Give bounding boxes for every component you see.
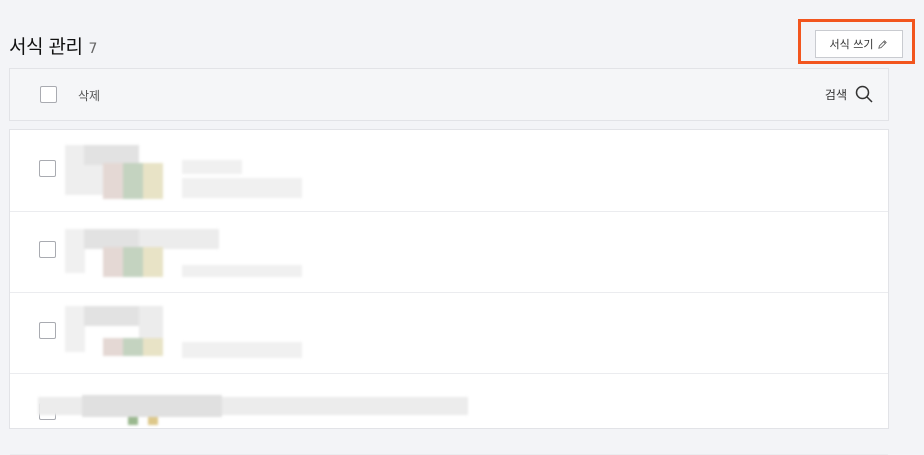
- row-checkbox[interactable]: [39, 160, 56, 177]
- template-list: [9, 129, 889, 455]
- template-row[interactable]: [10, 130, 888, 212]
- page-title: 서식 관리: [9, 36, 83, 58]
- search-icon: [855, 85, 873, 103]
- row-checkbox[interactable]: [39, 322, 56, 339]
- template-row[interactable]: [10, 211, 888, 293]
- search-label: 검색: [824, 87, 847, 102]
- delete-button[interactable]: 삭제: [78, 87, 100, 104]
- template-row[interactable]: [10, 292, 888, 374]
- write-template-label: 서식 쓰기: [829, 38, 874, 51]
- write-template-button[interactable]: 서식 쓰기: [815, 30, 903, 58]
- select-all-checkbox[interactable]: [40, 86, 57, 103]
- page-header: 서식 관리 7: [9, 32, 97, 59]
- pencil-icon: [878, 39, 888, 49]
- template-row[interactable]: [10, 373, 888, 455]
- template-count: 7: [88, 41, 98, 57]
- search-button[interactable]: 검색: [825, 84, 874, 104]
- list-toolbar: 삭제 검색: [9, 68, 889, 121]
- row-checkbox[interactable]: [39, 241, 56, 258]
